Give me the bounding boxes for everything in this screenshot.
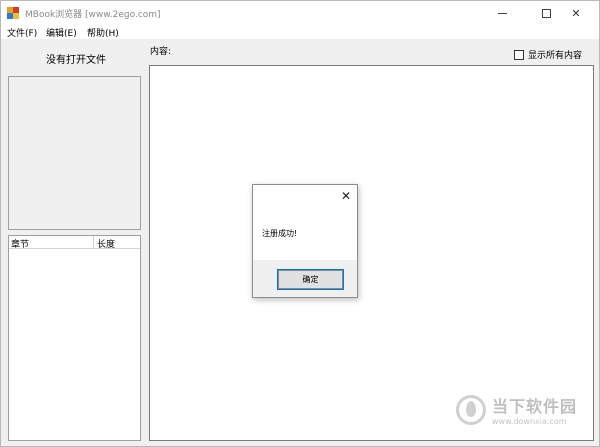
content-label: 内容: — [150, 47, 172, 57]
window-title: MBook浏览器 [www.2ego.com] — [25, 10, 161, 20]
menu-edit[interactable]: 编辑(E) — [46, 26, 77, 39]
minimize-icon — [497, 12, 507, 14]
content-area[interactable] — [149, 65, 594, 441]
minimize-button[interactable] — [479, 1, 525, 25]
menu-bar: 文件(F) 编辑(E) 帮助(H) — [1, 25, 599, 39]
menu-file[interactable]: 文件(F) — [7, 26, 37, 39]
file-status-label: 没有打开文件 — [46, 55, 106, 66]
dialog-close-icon[interactable]: ✕ — [339, 189, 353, 203]
app-window: MBook浏览器 [www.2ego.com] ✕ 文件(F) 编辑(E) 帮助… — [0, 0, 600, 447]
message-dialog: ✕ 注册成功! 确定 — [252, 184, 358, 298]
watermark-logo-icon — [456, 394, 486, 425]
watermark: 当下软件园 www.downxia.com — [456, 393, 577, 426]
watermark-name: 当下软件园 — [492, 397, 578, 416]
preview-panel — [8, 76, 141, 230]
chapter-list[interactable]: 章节 长度 — [8, 235, 141, 441]
show-all-label[interactable]: 显示所有内容 — [528, 48, 582, 61]
dialog-body: ✕ 注册成功! — [253, 185, 357, 260]
title-bar[interactable]: MBook浏览器 [www.2ego.com] ✕ — [1, 1, 599, 25]
maximize-icon — [541, 8, 551, 18]
list-header: 章节 长度 — [9, 236, 140, 250]
watermark-url: www.downxia.com — [492, 417, 567, 426]
menu-help[interactable]: 帮助(H) — [87, 26, 119, 39]
dialog-message: 注册成功! — [262, 229, 298, 238]
ok-button[interactable]: 确定 — [277, 269, 344, 290]
close-icon: ✕ — [571, 6, 581, 20]
close-button[interactable]: ✕ — [553, 1, 599, 25]
show-all-checkbox[interactable] — [514, 49, 524, 60]
column-header-chapter[interactable]: 章节 — [11, 237, 29, 250]
app-icon — [7, 7, 19, 19]
column-header-length[interactable]: 长度 — [97, 237, 115, 250]
show-all-toggle[interactable]: 显示所有内容 — [514, 48, 582, 61]
column-divider[interactable] — [93, 236, 94, 249]
